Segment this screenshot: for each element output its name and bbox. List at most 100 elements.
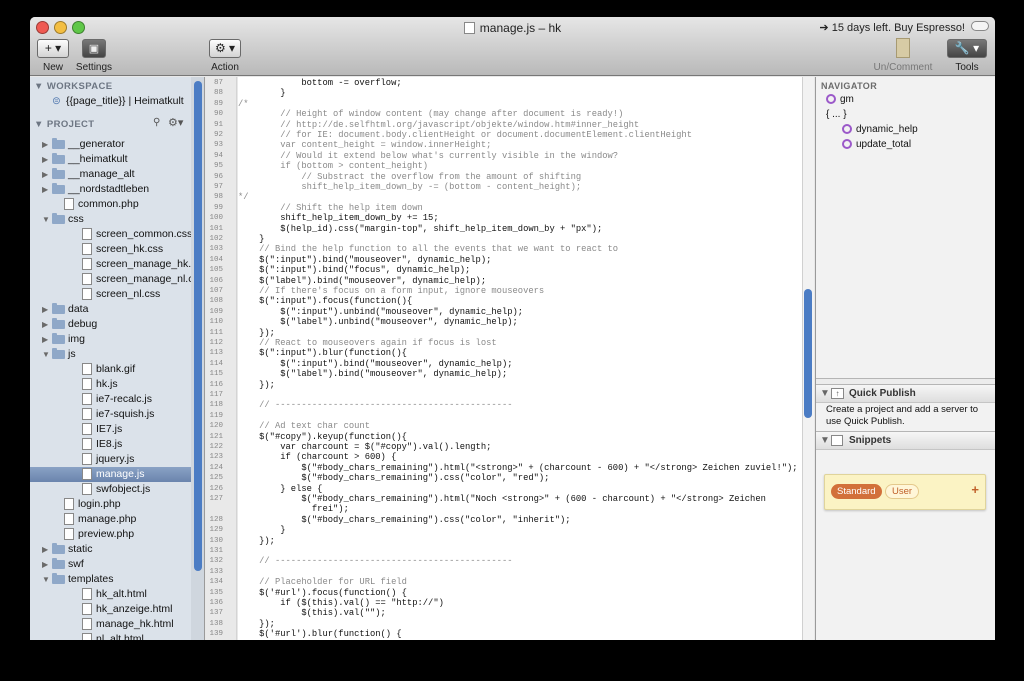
code-line[interactable]: $('#url').focus(function() {	[238, 588, 407, 598]
workspace-item[interactable]: ⊜ {{page_title}} | Heimatkult	[30, 94, 204, 109]
code-line[interactable]: }	[238, 88, 285, 98]
uncomment-icon[interactable]	[896, 38, 910, 58]
code-line[interactable]: // Ad text char count	[238, 421, 370, 431]
code-line[interactable]: $(":input").bind("mouseover", dynamic_he…	[238, 359, 512, 369]
file-item[interactable]: blank.gif	[30, 362, 204, 377]
file-item[interactable]: manage.php	[30, 512, 204, 527]
file-item[interactable]: IE7.js	[30, 422, 204, 437]
file-item[interactable]: common.php	[30, 197, 204, 212]
new-button[interactable]: + ▾	[37, 39, 69, 58]
trial-notice[interactable]: ➔ 15 days left. Buy Espresso!	[819, 21, 965, 34]
add-snippet-button[interactable]: +	[971, 482, 979, 497]
code-line[interactable]: var content_height = window.innerHeight;	[238, 140, 491, 150]
settings-button[interactable]: ▣	[82, 39, 106, 58]
gear-icon[interactable]: ⚙▾	[168, 116, 183, 129]
code-line[interactable]: }	[238, 525, 285, 535]
file-item[interactable]: hk_anzeige.html	[30, 602, 204, 617]
code-line[interactable]: // If there's focus on a form input, ign…	[238, 286, 544, 296]
code-line[interactable]: $(this).val("");	[238, 608, 385, 618]
file-item[interactable]: screen_manage_nl.css	[30, 272, 204, 287]
tools-button[interactable]: 🔧 ▾	[947, 39, 987, 58]
search-icon[interactable]: ⚲	[153, 117, 160, 128]
disclosure-icon[interactable]: ▼	[34, 119, 47, 130]
code-line[interactable]: /*	[238, 99, 249, 109]
code-line[interactable]: $(":input").focus(function(){	[238, 296, 412, 306]
code-line[interactable]: $(":input").blur(function(){	[238, 348, 407, 358]
folder-item[interactable]: ▶ img	[30, 332, 204, 347]
chevron-right-icon[interactable]: ▶	[42, 332, 48, 347]
folder-item[interactable]: ▶ swf	[30, 557, 204, 572]
file-item[interactable]: hk.js	[30, 377, 204, 392]
folder-item[interactable]: ▶ __generator	[30, 137, 204, 152]
code-line[interactable]: $("#body_chars_remaining").html("<strong…	[238, 463, 797, 473]
code-line[interactable]: $("#body_chars_remaining").css("color", …	[238, 515, 570, 525]
file-item[interactable]: ie7-recalc.js	[30, 392, 204, 407]
editor-scroll-thumb[interactable]	[804, 289, 812, 418]
folder-item[interactable]: ▼ css	[30, 212, 204, 227]
chevron-down-icon[interactable]: ▼	[42, 347, 50, 362]
chevron-right-icon[interactable]: ▶	[42, 182, 48, 197]
code-line[interactable]: // Shift the help item down	[238, 203, 423, 213]
file-item[interactable]: hk_alt.html	[30, 587, 204, 602]
code-line[interactable]: // Would it extend below what's currentl…	[238, 151, 618, 161]
code-line[interactable]: $('#url').blur(function() {	[238, 629, 402, 639]
code-line[interactable]: if (charcount > 600) {	[238, 452, 396, 462]
chevron-down-icon[interactable]: ▼	[42, 212, 50, 227]
code-line[interactable]: frei");	[238, 504, 349, 514]
file-item[interactable]: manage.js	[30, 467, 204, 482]
code-line[interactable]: });	[238, 536, 275, 546]
quick-publish-header[interactable]: ▼ ↑ Quick Publish	[816, 384, 995, 403]
code-line[interactable]: $("#body_chars_remaining").html("Noch <s…	[238, 494, 766, 504]
code-line[interactable]: if (bottom > content_height)	[238, 161, 428, 171]
code-line[interactable]: // -------------------------------------…	[238, 556, 512, 566]
folder-item[interactable]: ▼ templates	[30, 572, 204, 587]
code-line[interactable]: // Height of window content (may change …	[238, 109, 623, 119]
folder-item[interactable]: ▶ __nordstadtleben	[30, 182, 204, 197]
code-line[interactable]: }	[238, 234, 264, 244]
chevron-down-icon[interactable]: ▼	[42, 572, 50, 587]
chevron-right-icon[interactable]: ▶	[42, 302, 48, 317]
sidebar-scroll-thumb[interactable]	[194, 81, 202, 571]
code-line[interactable]: $(":input").unbind("mouseover", dynamic_…	[238, 307, 523, 317]
chevron-right-icon[interactable]: ▶	[42, 317, 48, 332]
code-line[interactable]: });	[238, 380, 275, 390]
navigator-item[interactable]: update_total	[842, 139, 911, 150]
chevron-right-icon[interactable]: ▶	[42, 167, 48, 182]
action-button[interactable]: ⚙ ▾	[209, 39, 241, 58]
code-line[interactable]: $("label").bind("mouseover", dynamic_hel…	[238, 276, 486, 286]
code-line[interactable]: // Substract the overflow from the amoun…	[238, 172, 581, 182]
file-item[interactable]: ie7-squish.js	[30, 407, 204, 422]
code-line[interactable]: });	[238, 619, 275, 629]
navigator-item[interactable]: gm	[826, 94, 854, 105]
code-line[interactable]: // React to mouseovers again if focus is…	[238, 338, 497, 348]
code-line[interactable]: shift_help_item_down_by += 15;	[238, 213, 438, 223]
code-line[interactable]: $("label").unbind("mouseover", dynamic_h…	[238, 317, 518, 327]
file-item[interactable]: swfobject.js	[30, 482, 204, 497]
file-item[interactable]: nl_alt.html	[30, 632, 204, 640]
code-line[interactable]: // for IE: document.body.clientHeight or…	[238, 130, 692, 140]
navigator-item[interactable]: { ... }	[826, 109, 847, 120]
code-line[interactable]: // -------------------------------------…	[238, 400, 512, 410]
code-line[interactable]: $(":input").bind("focus", dynamic_help);	[238, 265, 470, 275]
code-line[interactable]: $(help_id).css("margin-top", shift_help_…	[238, 224, 602, 234]
code-line[interactable]: $(":input").bind("mouseover", dynamic_he…	[238, 255, 491, 265]
folder-item[interactable]: ▼ js	[30, 347, 204, 362]
code-line[interactable]: // Bind the help function to all the eve…	[238, 244, 618, 254]
file-item[interactable]: jquery.js	[30, 452, 204, 467]
folder-item[interactable]: ▶ static	[30, 542, 204, 557]
file-item[interactable]: IE8.js	[30, 437, 204, 452]
chevron-right-icon[interactable]: ▶	[42, 137, 48, 152]
code-line[interactable]: $("#body_chars_remaining").css("color", …	[238, 473, 549, 483]
code-line[interactable]: if ($(this).val() == "http://")	[238, 598, 444, 608]
snippets-tab-user[interactable]: User	[885, 484, 920, 499]
file-item[interactable]: login.php	[30, 497, 204, 512]
folder-item[interactable]: ▶ __manage_alt	[30, 167, 204, 182]
chevron-right-icon[interactable]: ▶	[42, 557, 48, 572]
folder-item[interactable]: ▶ debug	[30, 317, 204, 332]
code-line[interactable]: bottom -= overflow;	[238, 78, 401, 88]
chevron-right-icon[interactable]: ▶	[42, 152, 48, 167]
code-line[interactable]: // http://de.selfhtml.org/javascript/obj…	[238, 120, 639, 130]
file-item[interactable]: preview.php	[30, 527, 204, 542]
code-line[interactable]: // Placeholder for URL field	[238, 577, 407, 587]
snippets-tab-standard[interactable]: Standard	[831, 484, 882, 499]
